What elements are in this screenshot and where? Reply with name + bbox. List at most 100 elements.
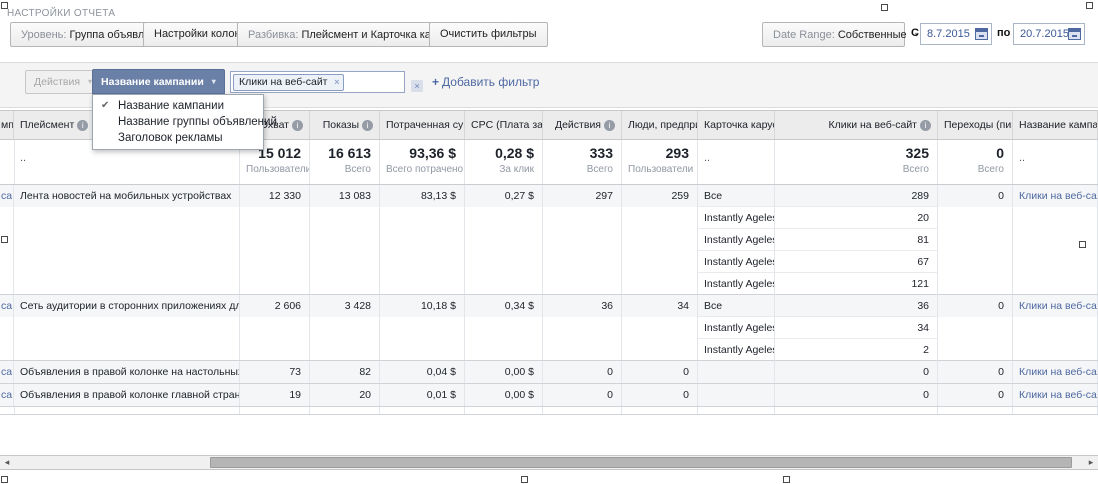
summary-value: 0,28 $ — [471, 145, 534, 161]
cell-actions: 0 — [543, 384, 622, 406]
info-icon[interactable]: i — [604, 120, 615, 131]
summary-value: 16 613 — [316, 145, 371, 161]
cell-campaign: Клики на веб-са — [1013, 295, 1098, 360]
selection-handle — [881, 4, 888, 11]
date-range-dropdown[interactable]: Date Range: Собственные ▾ — [762, 22, 905, 47]
filter-tag-label: Клики на веб-сайт — [239, 76, 328, 88]
clear-filter-row-icon[interactable]: × — [411, 80, 423, 92]
cell-people: 34 — [622, 295, 698, 360]
summary-sublabel: Пользователи — [628, 164, 689, 175]
info-icon[interactable]: i — [362, 120, 373, 131]
plus-icon: + — [432, 75, 439, 89]
table-row: саСеть аудитории в сторонних приложениях… — [0, 295, 1098, 361]
cell-card — [698, 361, 775, 383]
column-header-impressions[interactable]: Показыi — [310, 111, 380, 139]
cell-campaign: Клики на веб-са — [1013, 185, 1098, 294]
horizontal-scrollbar[interactable]: ◂ ▸ — [0, 455, 1098, 470]
date-to-input[interactable]: 20.7.2015 — [1013, 23, 1085, 45]
empty-cell — [1013, 407, 1098, 414]
filter-field-dropdown[interactable]: Название кампании ▾ — [92, 69, 225, 94]
column-header-spent[interactable]: Потраченная су — [380, 111, 465, 139]
calendar-icon[interactable] — [1068, 28, 1081, 40]
summary-cell-cpc: 0,28 $За клик — [465, 140, 543, 184]
summary-cell-conversions: 0Всего — [938, 140, 1013, 184]
column-header-cut: мп — [0, 111, 14, 139]
summary-cell-cut — [0, 140, 15, 184]
summary-cell-impressions: 16 613 Всего — [310, 140, 380, 184]
date-to-value: 20.7.2015 — [1020, 28, 1069, 40]
cell-conversions: 0 — [938, 361, 1013, 383]
cell-placement: Объявления в правой колонке на настольны… — [14, 361, 240, 383]
scrollbar-thumb[interactable] — [210, 457, 1072, 468]
info-icon[interactable]: i — [920, 120, 931, 131]
cell-people: 0 — [622, 384, 698, 406]
cell-card: Instantly Ageless — [698, 229, 775, 251]
cell-actions: 297 — [543, 185, 622, 294]
selection-handle — [1086, 2, 1093, 9]
info-icon[interactable]: i — [77, 120, 88, 131]
cell-clicks: 121 — [775, 273, 938, 295]
cell-clicks: 0 — [775, 384, 938, 406]
clear-filters-label: Очистить фильтры — [440, 28, 537, 40]
summary-sublabel: Всего — [316, 164, 371, 175]
remove-tag-icon[interactable]: × — [334, 75, 339, 90]
cell-clicks: 20 — [775, 207, 938, 229]
column-header-people[interactable]: Люди, предпри — [622, 111, 698, 139]
campaign-link[interactable]: Клики на веб-са — [1019, 366, 1097, 378]
cell-impressions: 3 428 — [310, 295, 380, 360]
empty-row — [0, 407, 1098, 415]
campaign-link[interactable]: Клики на веб-са — [1019, 300, 1097, 312]
column-header-label: Клики на веб-сайт — [829, 119, 918, 131]
report-table: мпПлейсментiОхватiПоказыiПотраченная суC… — [0, 110, 1098, 415]
cell-clicks: 36 — [775, 295, 938, 317]
selection-handle — [783, 476, 790, 483]
cell-cpc: 0,00 $ — [465, 361, 543, 383]
menu-item-ad-headline[interactable]: Заголовок рекламы — [93, 130, 263, 146]
cell-cpc: 0,27 $ — [465, 185, 543, 294]
actions-dropdown-disabled[interactable]: Действия ▾ — [25, 70, 101, 94]
column-header-actions[interactable]: Действияi — [543, 111, 622, 139]
menu-item-adset-name[interactable]: Название группы объявлений — [93, 114, 263, 130]
selection-handle — [1, 2, 8, 9]
add-filter-link[interactable]: +Добавить фильтр — [432, 75, 539, 89]
column-header-conversions[interactable]: Переходы (пик — [938, 111, 1013, 139]
cell-impressions: 20 — [310, 384, 380, 406]
info-icon[interactable]: i — [292, 120, 303, 131]
cell-conversions: 0 — [938, 384, 1013, 406]
campaign-link[interactable]: Клики на веб-са — [1019, 389, 1097, 401]
column-header-clicks[interactable]: Клики на веб-сайтi — [775, 111, 938, 139]
selection-handle — [521, 476, 528, 483]
cell-actions: 0 — [543, 361, 622, 383]
table-row: саОбъявления в правой колонке главной ст… — [0, 384, 1098, 407]
summary-value: 93,36 $ — [386, 145, 456, 161]
column-header-campaign[interactable]: Название кампа — [1013, 111, 1098, 139]
filter-field-label: Название кампании — [101, 76, 204, 88]
cell-card: Instantly Ageless — [698, 273, 775, 295]
cell-placement: Лента новостей на мобильных устройствах — [14, 185, 240, 294]
summary-cell-actions: 333Всего — [543, 140, 622, 184]
summary-sublabel: Всего — [549, 164, 613, 175]
column-header-cpc[interactable]: CPC (Плата за к — [465, 111, 543, 139]
actions-dropdown-label: Действия — [34, 76, 80, 88]
empty-cell — [622, 407, 698, 414]
cell-card: Все — [698, 185, 775, 207]
campaign-link[interactable]: Клики на веб-са — [1019, 190, 1097, 202]
check-icon: ✔ — [101, 100, 109, 112]
cell-spent: 0,04 $ — [380, 361, 465, 383]
scroll-left-arrow-icon[interactable]: ◂ — [1, 456, 13, 469]
cell-clicks: 67 — [775, 251, 938, 273]
scroll-right-arrow-icon[interactable]: ▸ — [1085, 456, 1097, 469]
cell-conversions: 0 — [938, 185, 1013, 294]
calendar-icon[interactable] — [975, 28, 988, 40]
clear-filters-button[interactable]: Очистить фильтры — [429, 22, 548, 47]
menu-item-campaign-name[interactable]: ✔ Название кампании — [93, 98, 263, 114]
column-header-label: Плейсмент — [20, 119, 74, 131]
cell-reach: 2 606 — [240, 295, 310, 360]
summary-cell-clicks: 325Всего — [775, 140, 938, 184]
filter-tag: Клики на веб-сайт × — [233, 74, 344, 91]
filter-value-input[interactable]: Клики на веб-сайт × — [230, 71, 405, 93]
cell-clicks: 0 — [775, 361, 938, 383]
column-header-card[interactable]: Карточка карус — [698, 111, 775, 139]
cell-card: Instantly Ageless — [698, 317, 775, 339]
date-from-input[interactable]: 8.7.2015 — [920, 23, 992, 45]
